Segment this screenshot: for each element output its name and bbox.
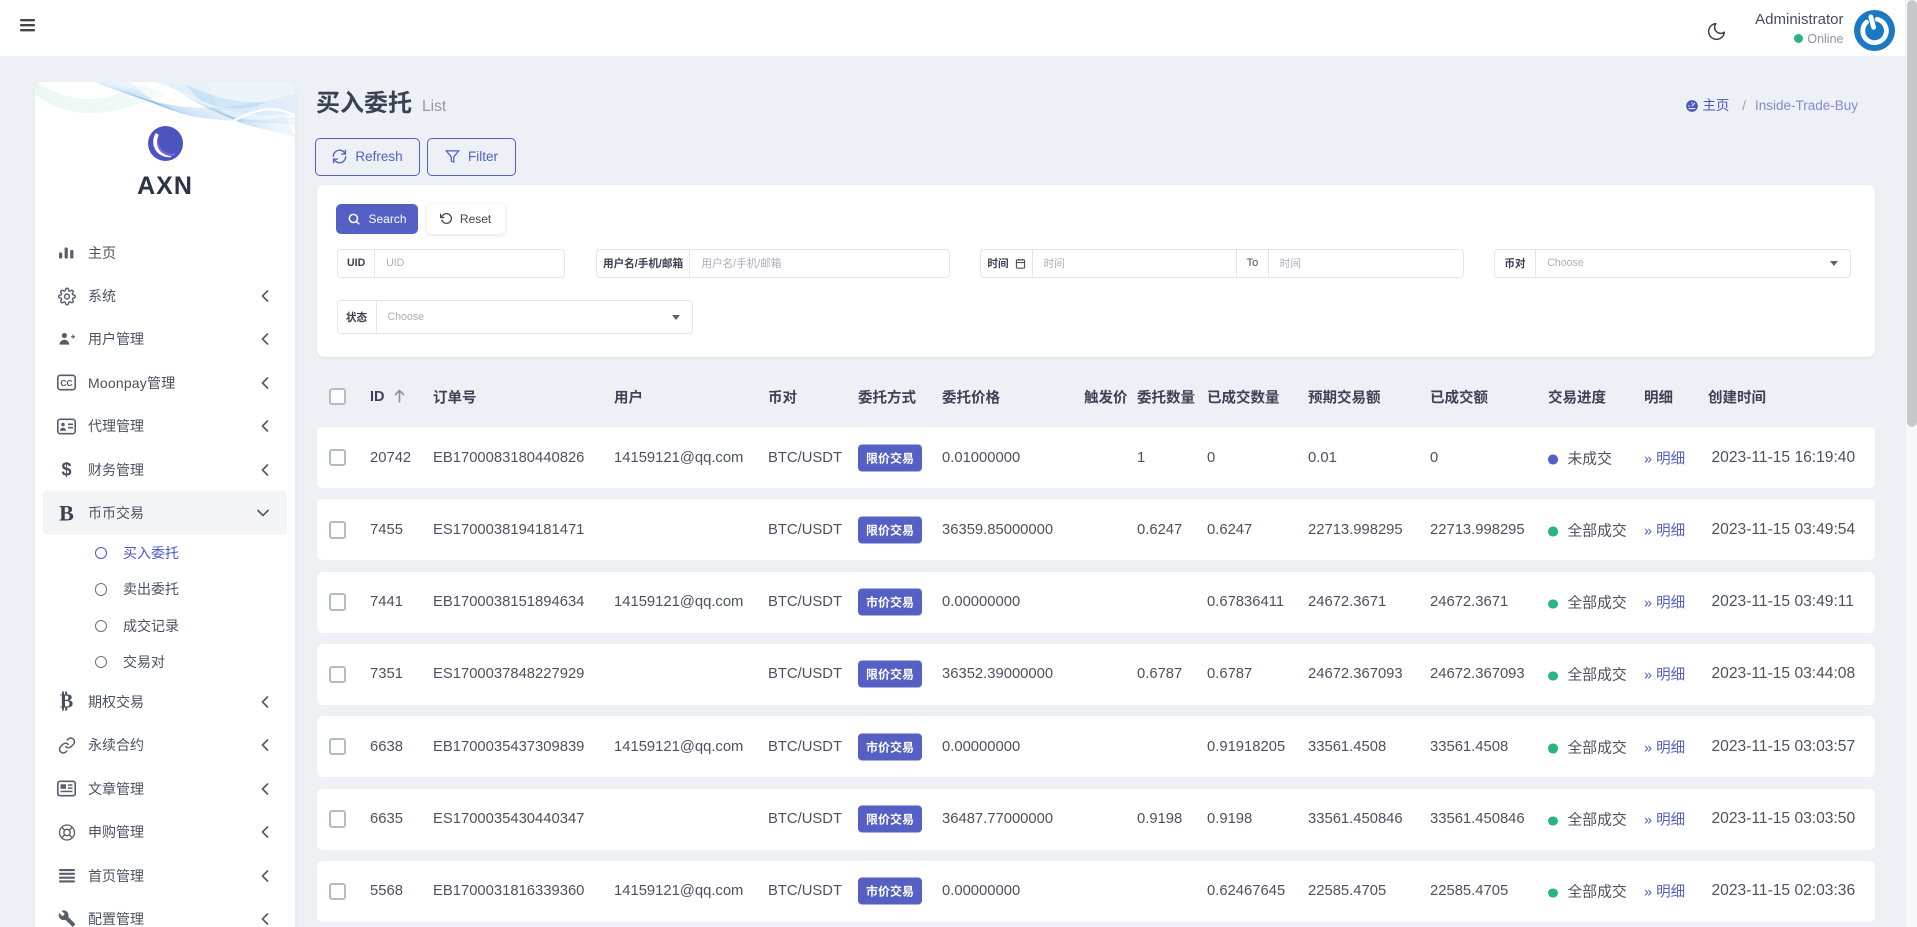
svg-text:CC: CC [60,378,72,388]
